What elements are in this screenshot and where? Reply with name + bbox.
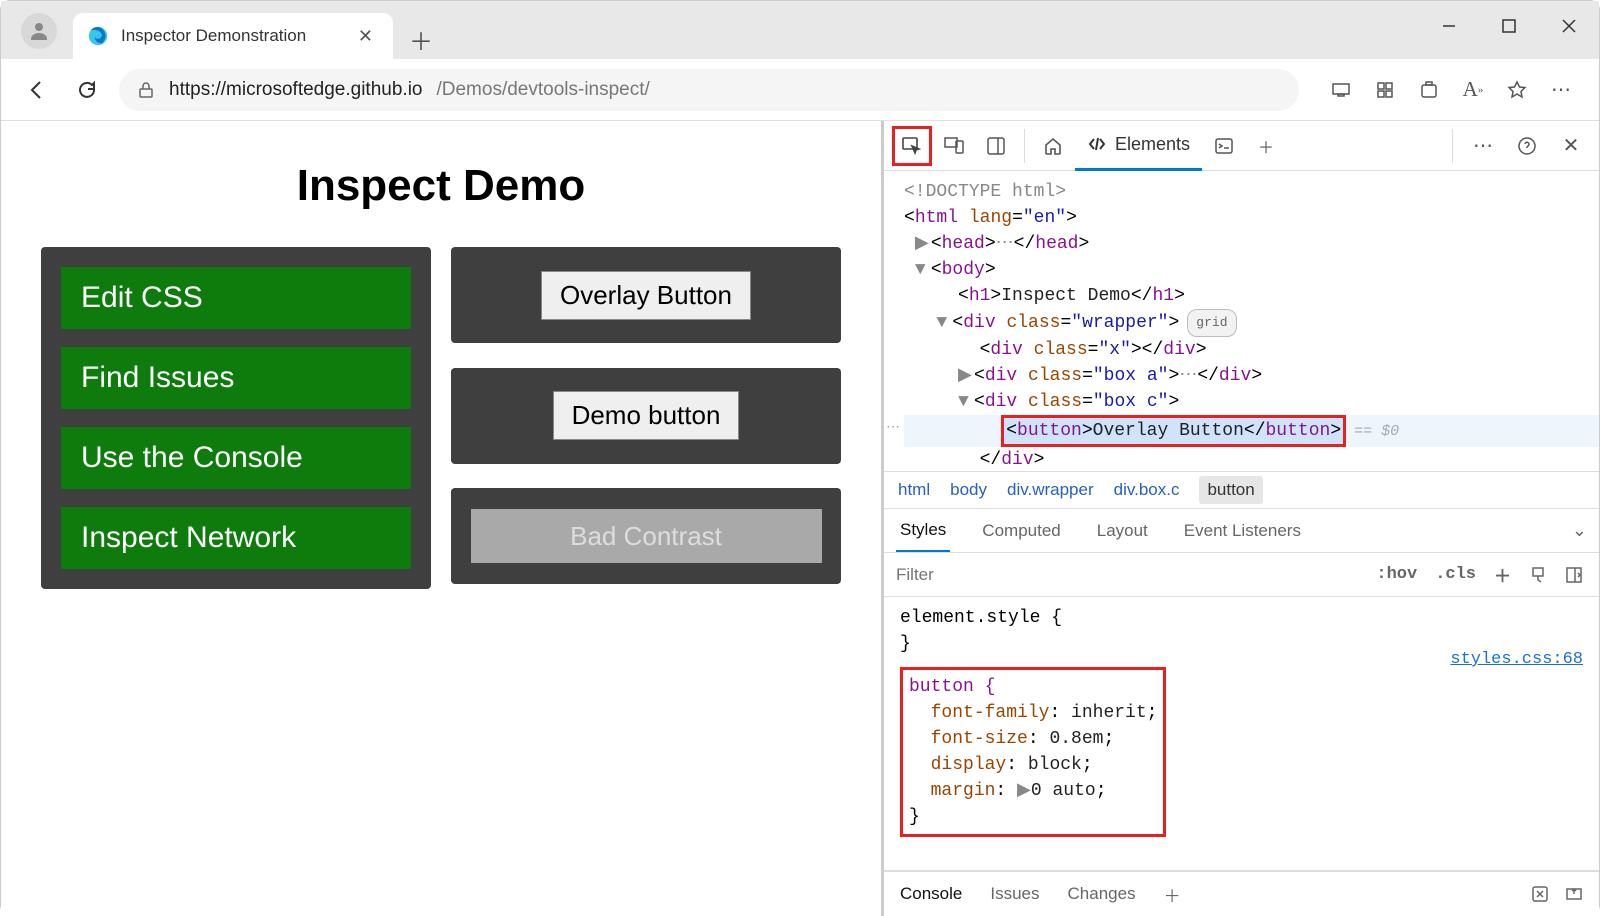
title-bar: Inspector Demonstration ✕ ＋ [1, 1, 1599, 59]
styles-pane[interactable]: element.style { } styles.css:68 button {… [884, 597, 1599, 870]
styles-tabbar: Styles Computed Layout Event Listeners ⌄ [884, 509, 1599, 553]
extensions-icon[interactable] [1365, 70, 1405, 110]
dom-tree[interactable]: <!DOCTYPE html> <html lang="en"> ▶<head>… [884, 171, 1599, 471]
demo-wrapper: Overlay Button Edit CSS Find Issues Use … [41, 247, 841, 589]
collections-icon[interactable] [1409, 70, 1449, 110]
dock-side-icon[interactable] [976, 126, 1016, 166]
crumb-wrapper[interactable]: div.wrapper [1007, 480, 1094, 500]
device-toolbar-icon[interactable] [934, 126, 974, 166]
close-window-button[interactable] [1539, 1, 1599, 51]
link-edit-css[interactable]: Edit CSS [61, 267, 411, 329]
back-button[interactable] [19, 72, 55, 108]
demo-button[interactable]: Demo button [553, 391, 740, 440]
styles-filter-input[interactable] [896, 565, 1362, 585]
stylesheet-source-link[interactable]: styles.css:68 [1450, 647, 1583, 673]
tab-close-icon[interactable]: ✕ [352, 26, 379, 47]
minimize-button[interactable] [1419, 1, 1479, 51]
address-bar[interactable]: https://microsoftedge.github.io/Demos/de… [119, 69, 1299, 111]
welcome-tab-icon[interactable] [1033, 126, 1073, 166]
link-use-console[interactable]: Use the Console [61, 427, 411, 489]
window-controls [1419, 1, 1599, 51]
bad-contrast-button[interactable]: Bad Contrast [471, 509, 822, 563]
content-area: Inspect Demo Overlay Button Edit CSS Fin… [1, 121, 1599, 916]
expand-pane-icon[interactable]: ⌄ [1572, 520, 1587, 541]
crumb-boxc[interactable]: div.box.c [1114, 480, 1180, 500]
more-menu-icon[interactable]: ⋯ [1541, 70, 1581, 110]
elements-tab-label: Elements [1115, 134, 1190, 155]
maximize-button[interactable] [1479, 1, 1539, 51]
new-style-rule-icon[interactable]: ＋ [1490, 562, 1515, 588]
event-listeners-tab[interactable]: Event Listeners [1180, 509, 1305, 552]
url-path: /Demos/devtools-inspect/ [436, 79, 649, 101]
computed-sidebar-icon[interactable] [1561, 566, 1587, 584]
page-viewport: Inspect Demo Overlay Button Edit CSS Fin… [1, 121, 881, 916]
devtools-drawer: Console Issues Changes ＋ [884, 870, 1599, 916]
drawer-add-tab-icon[interactable]: ＋ [1164, 882, 1181, 907]
favorites-icon[interactable] [1497, 70, 1537, 110]
edge-favicon-icon [87, 25, 109, 47]
console-tab-icon[interactable] [1204, 126, 1244, 166]
page-heading: Inspect Demo [41, 161, 841, 211]
drawer-errors-icon[interactable] [1531, 885, 1549, 903]
read-aloud-icon[interactable]: A» [1453, 70, 1493, 110]
drawer-changes-tab[interactable]: Changes [1068, 884, 1136, 904]
doctype-text: <!DOCTYPE html> [904, 182, 1066, 202]
refresh-button[interactable] [69, 72, 105, 108]
devtools-panel: Elements ＋ ⋯ ✕ <!DOCTYPE html> <html lan… [881, 121, 1599, 916]
computed-tab[interactable]: Computed [978, 509, 1064, 552]
hov-toggle[interactable]: :hov [1372, 565, 1421, 584]
browser-tab[interactable]: Inspector Demonstration ✕ [73, 13, 393, 59]
layout-tab[interactable]: Layout [1093, 509, 1152, 552]
link-find-issues[interactable]: Find Issues [61, 347, 411, 409]
selected-dom-node[interactable]: ⋯ <button>Overlay Button</button>== $0 [904, 415, 1599, 447]
code-icon [1087, 134, 1107, 154]
box-links: Edit CSS Find Issues Use the Console Ins… [41, 247, 431, 589]
box-demo: Demo button [451, 368, 841, 464]
devtools-tabbar: Elements ＋ ⋯ ✕ [884, 121, 1599, 171]
link-inspect-network[interactable]: Inspect Network [61, 507, 411, 569]
add-tab-icon[interactable]: ＋ [1246, 126, 1286, 166]
elements-tab[interactable]: Elements [1075, 121, 1202, 171]
crumb-html[interactable]: html [898, 480, 930, 500]
nav-toolbar: https://microsoftedge.github.io/Demos/de… [1, 59, 1599, 121]
devtools-help-icon[interactable] [1507, 126, 1547, 166]
toolbar-icons: A» ⋯ [1321, 70, 1581, 110]
drawer-issues-tab[interactable]: Issues [990, 884, 1039, 904]
styles-tab[interactable]: Styles [896, 509, 950, 552]
styles-filter-row: :hov .cls ＋ [884, 553, 1599, 597]
paint-icon[interactable] [1525, 566, 1551, 584]
cls-toggle[interactable]: .cls [1431, 565, 1480, 584]
dom-breadcrumb: html body div.wrapper div.box.c button [884, 471, 1599, 509]
lock-icon [137, 81, 155, 99]
new-tab-button[interactable]: ＋ [401, 19, 441, 59]
url-host: https://microsoftedge.github.io [169, 79, 422, 101]
devtools-more-icon[interactable]: ⋯ [1463, 126, 1503, 166]
button-css-rule[interactable]: button { font-family: inherit; font-size… [900, 667, 1166, 837]
tab-title: Inspector Demonstration [121, 26, 340, 46]
overlay-button[interactable]: Overlay Button [541, 271, 751, 320]
crumb-body[interactable]: body [950, 480, 987, 500]
crumb-button[interactable]: button [1199, 476, 1262, 504]
box-overlay: Overlay Button [451, 247, 841, 343]
inspect-element-tool-icon[interactable] [892, 126, 932, 166]
screencast-icon[interactable] [1321, 70, 1361, 110]
drawer-expand-icon[interactable] [1565, 885, 1583, 903]
grid-badge[interactable]: grid [1187, 309, 1236, 337]
devtools-close-icon[interactable]: ✕ [1551, 126, 1591, 166]
box-bad-contrast: Bad Contrast [451, 488, 841, 584]
drawer-console-tab[interactable]: Console [900, 884, 962, 904]
profile-avatar[interactable] [21, 13, 57, 49]
